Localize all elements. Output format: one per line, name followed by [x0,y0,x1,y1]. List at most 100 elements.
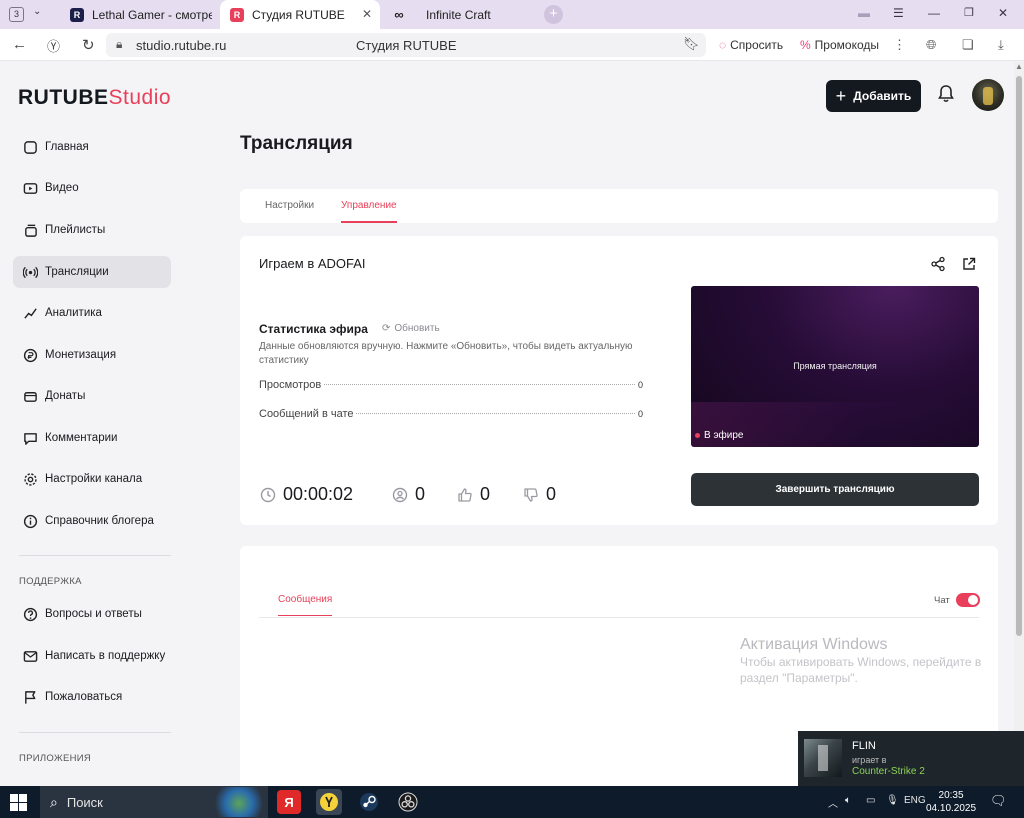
open-external-icon[interactable] [961,256,977,277]
browser-address-bar: ← Ⓨ ↻ 🔒︎ studio.rutube.ru Студия RUTUBE … [0,29,1024,61]
refresh-button[interactable]: ⟳ Обновить [382,323,440,334]
collections-icon[interactable]: ❏ [962,37,974,53]
search-icon: ⌕ [50,793,58,810]
comment-icon [13,431,45,446]
live-dot-icon [695,433,700,438]
settings-icon [13,472,45,487]
download-icon[interactable]: ⤓ [998,37,1004,53]
likes-counter: 0 [457,484,490,505]
like-icon [458,487,472,502]
sidebar-item-report[interactable]: Пожаловаться [13,681,171,713]
likes-value: 0 [480,484,491,504]
sidebar-item-comments[interactable]: Комментарии [13,422,171,454]
sidebar-item-donations[interactable]: Донаты [13,380,171,412]
sidebar-item-channel-settings[interactable]: Настройки канала [13,463,171,495]
dislikes-value: 0 [546,484,557,504]
browser-tab[interactable]: R Lethal Gamer - смотреть [60,0,218,29]
rutube-favicon-icon: R [70,7,84,22]
sidebar-item-broadcasts[interactable]: Трансляции [13,256,171,288]
percent-icon: % [800,38,811,52]
viewers-counter: 0 [392,484,425,505]
support-section-title: ПОДДЕРЖКА [19,576,82,587]
dislikes-counter: 0 [523,484,556,505]
promo-button[interactable]: % Промокоды [800,38,879,52]
notifications-bell-icon[interactable] [936,84,956,109]
friend-avatar [804,739,842,777]
scrollbar-thumb[interactable] [1016,76,1022,636]
stream-preview[interactable]: Прямая трансляция В эфире [691,286,979,447]
live-badge: В эфире [695,430,744,441]
mail-icon [13,649,45,664]
analytics-icon [13,306,45,321]
obs-taskbar-icon[interactable] [395,789,421,815]
yandex-browser-taskbar-icon[interactable] [316,789,342,815]
close-tab-icon[interactable]: ✕ [362,7,372,21]
maximize-icon[interactable]: ❐ [964,6,974,19]
downloads-indicator-icon[interactable]: ▬ [858,6,870,20]
reload-icon[interactable]: ↻ [82,36,95,54]
stat-chat-messages-row: Сообщений в чате 0 [259,408,643,420]
language-indicator[interactable]: ENG [904,795,926,806]
sidebar-item-label: Настройки канала [45,473,143,485]
user-avatar[interactable] [972,79,1004,111]
scroll-up-icon[interactable]: ▲ [1015,62,1023,71]
tab-count-badge[interactable]: 3 [9,7,24,22]
tab-settings[interactable]: Настройки [265,200,314,211]
notification-center-icon[interactable]: 🗨︎ [990,793,1007,809]
chat-toggle-label: Чат [934,595,950,606]
add-button[interactable]: + Добавить [826,80,921,112]
more-icon[interactable]: ⋮ [893,37,906,53]
dislike-icon [524,487,538,502]
stat-label: Просмотров [259,379,322,391]
url-field[interactable]: 🔒︎ studio.rutube.ru Студия RUTUBE 🔖︎ [106,33,706,57]
page-scrollbar[interactable]: ▲ [1014,62,1024,786]
taskbar-clock[interactable]: 20:35 04.10.2025 [926,789,976,815]
video-icon [13,181,45,196]
tab-messages[interactable]: Сообщения [278,594,333,616]
ask-icon: ◌ [719,38,727,52]
browser-menu-icon[interactable]: ☰ [893,6,904,20]
browser-tab-bar: 3 ⌄ R Lethal Gamer - смотреть R Студия R… [0,0,1024,29]
live-badge-label: В эфире [704,430,744,441]
chat-toggle[interactable] [956,593,980,607]
back-icon[interactable]: ← [12,36,27,53]
minimize-icon[interactable]: — [928,6,940,20]
windows-activation-watermark: Активация Windows Чтобы активировать Win… [740,636,990,686]
sidebar-item-video[interactable]: Видео [13,172,171,204]
new-tab-button[interactable]: + [544,5,563,24]
sidebar-item-write-support[interactable]: Написать в поддержку [13,640,171,672]
yandex-taskbar-icon[interactable]: Я [277,790,301,814]
add-button-label: Добавить [853,89,912,103]
sidebar-item-label: Справочник блогера [45,515,154,527]
sidebar-item-monetization[interactable]: Монетизация [13,339,171,371]
end-stream-button[interactable]: Завершить трансляцию [691,473,979,506]
sidebar-item-playlists[interactable]: Плейлисты [13,214,171,246]
activation-title: Активация Windows [740,636,888,653]
steam-taskbar-icon[interactable] [356,789,382,815]
browser-tab-active[interactable]: R Студия RUTUBE ✕ [220,0,380,29]
friend-status: играет в [852,755,887,765]
friend-activity-notification[interactable]: FLIN играет в Counter-Strike 2 [798,731,1024,786]
ask-button[interactable]: ◌ Спросить [719,38,783,52]
network-icon[interactable]: ▭ [866,795,875,806]
vpn-globe-icon[interactable]: 🌐︎ [926,37,936,53]
yandex-icon[interactable]: Ⓨ [47,36,60,55]
volume-icon[interactable]: 🔈︎ [845,795,851,806]
sidebar-item-analytics[interactable]: Аналитика [13,297,171,329]
close-window-icon[interactable]: ✕ [998,6,1008,20]
microphone-icon[interactable]: 🎙︎ [886,795,899,806]
bookmark-icon[interactable]: 🔖︎ [683,36,700,52]
ask-label: Спросить [730,38,784,52]
sidebar: Главная Видео Плейлисты Трансляции Анали… [0,62,200,786]
sidebar-item-home[interactable]: Главная [13,131,171,163]
windows-start-icon[interactable] [10,794,27,816]
sidebar-item-label: Главная [45,141,89,153]
tray-overflow-icon[interactable]: ︿ [828,795,838,810]
share-icon[interactable] [930,256,946,277]
flag-icon [13,690,45,705]
browser-tab[interactable]: ∞ Infinite Craft [382,0,532,29]
sidebar-item-blogger-guide[interactable]: Справочник блогера [13,505,171,537]
tabs-menu-chevron-icon[interactable]: ⌄ [33,6,41,17]
sidebar-item-faq[interactable]: Вопросы и ответы [13,598,171,630]
tab-management[interactable]: Управление [341,200,397,223]
